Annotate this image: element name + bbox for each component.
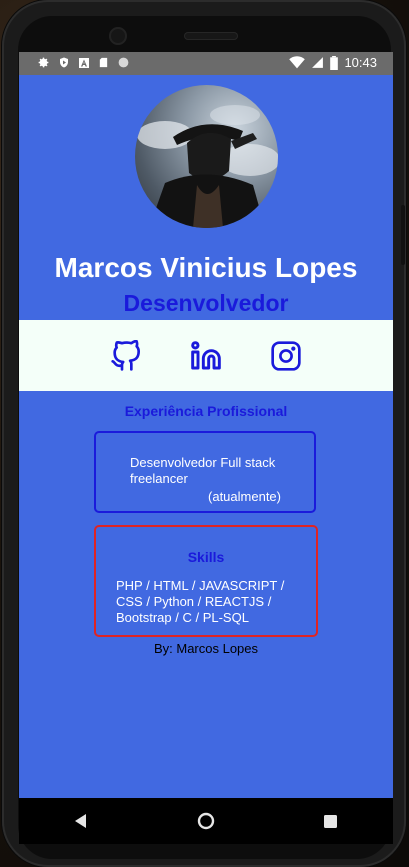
front-camera <box>109 27 127 45</box>
volume-button <box>401 205 405 265</box>
sd-card-icon <box>99 57 108 68</box>
skills-title: Skills <box>187 549 225 565</box>
byline: By: Marcos Lopes <box>153 641 259 656</box>
skills-card: Skills PHP / HTML / JAVASCRIPT / CSS / P… <box>94 525 318 637</box>
back-button[interactable] <box>61 806 101 836</box>
experience-note: (atualmente) <box>208 489 281 504</box>
home-button[interactable] <box>186 806 226 836</box>
status-time: 10:43 <box>344 55 377 70</box>
gear-icon <box>38 57 49 68</box>
signal-icon <box>312 57 324 68</box>
navigation-bar <box>19 798 393 844</box>
experience-title: Experiência Profissional <box>124 403 288 419</box>
app-a-icon <box>79 57 89 68</box>
linkedin-link[interactable] <box>190 340 222 372</box>
wifi-icon <box>289 56 306 69</box>
github-icon <box>111 339 140 371</box>
profile-role: Desenvolvedor <box>123 290 289 316</box>
app-screen: 10:43 Marcos Vinicius Lopes Desenvolvedo… <box>19 52 393 798</box>
circle-icon <box>118 57 129 68</box>
experience-text: Desenvolvedor Full stack freelancer <box>130 455 276 486</box>
recents-icon <box>324 814 338 828</box>
avatar <box>135 85 278 228</box>
earpiece-speaker <box>184 32 238 40</box>
instagram-icon <box>271 340 301 371</box>
experience-card: Desenvolvedor Full stack freelancer (atu… <box>94 431 316 513</box>
linkedin-icon <box>191 340 221 369</box>
instagram-link[interactable] <box>270 340 302 372</box>
social-links-bar <box>19 320 393 391</box>
status-bar: 10:43 <box>19 52 393 75</box>
home-icon <box>197 812 215 830</box>
battery-icon <box>330 55 339 70</box>
shield-icon <box>60 57 68 68</box>
avatar-image <box>137 105 278 228</box>
recents-button[interactable] <box>311 806 351 836</box>
skills-text: PHP / HTML / JAVASCRIPT / CSS / Python /… <box>116 578 285 625</box>
github-link[interactable] <box>110 339 142 372</box>
profile-name: Marcos Vinicius Lopes <box>54 252 358 283</box>
back-icon <box>75 814 87 828</box>
